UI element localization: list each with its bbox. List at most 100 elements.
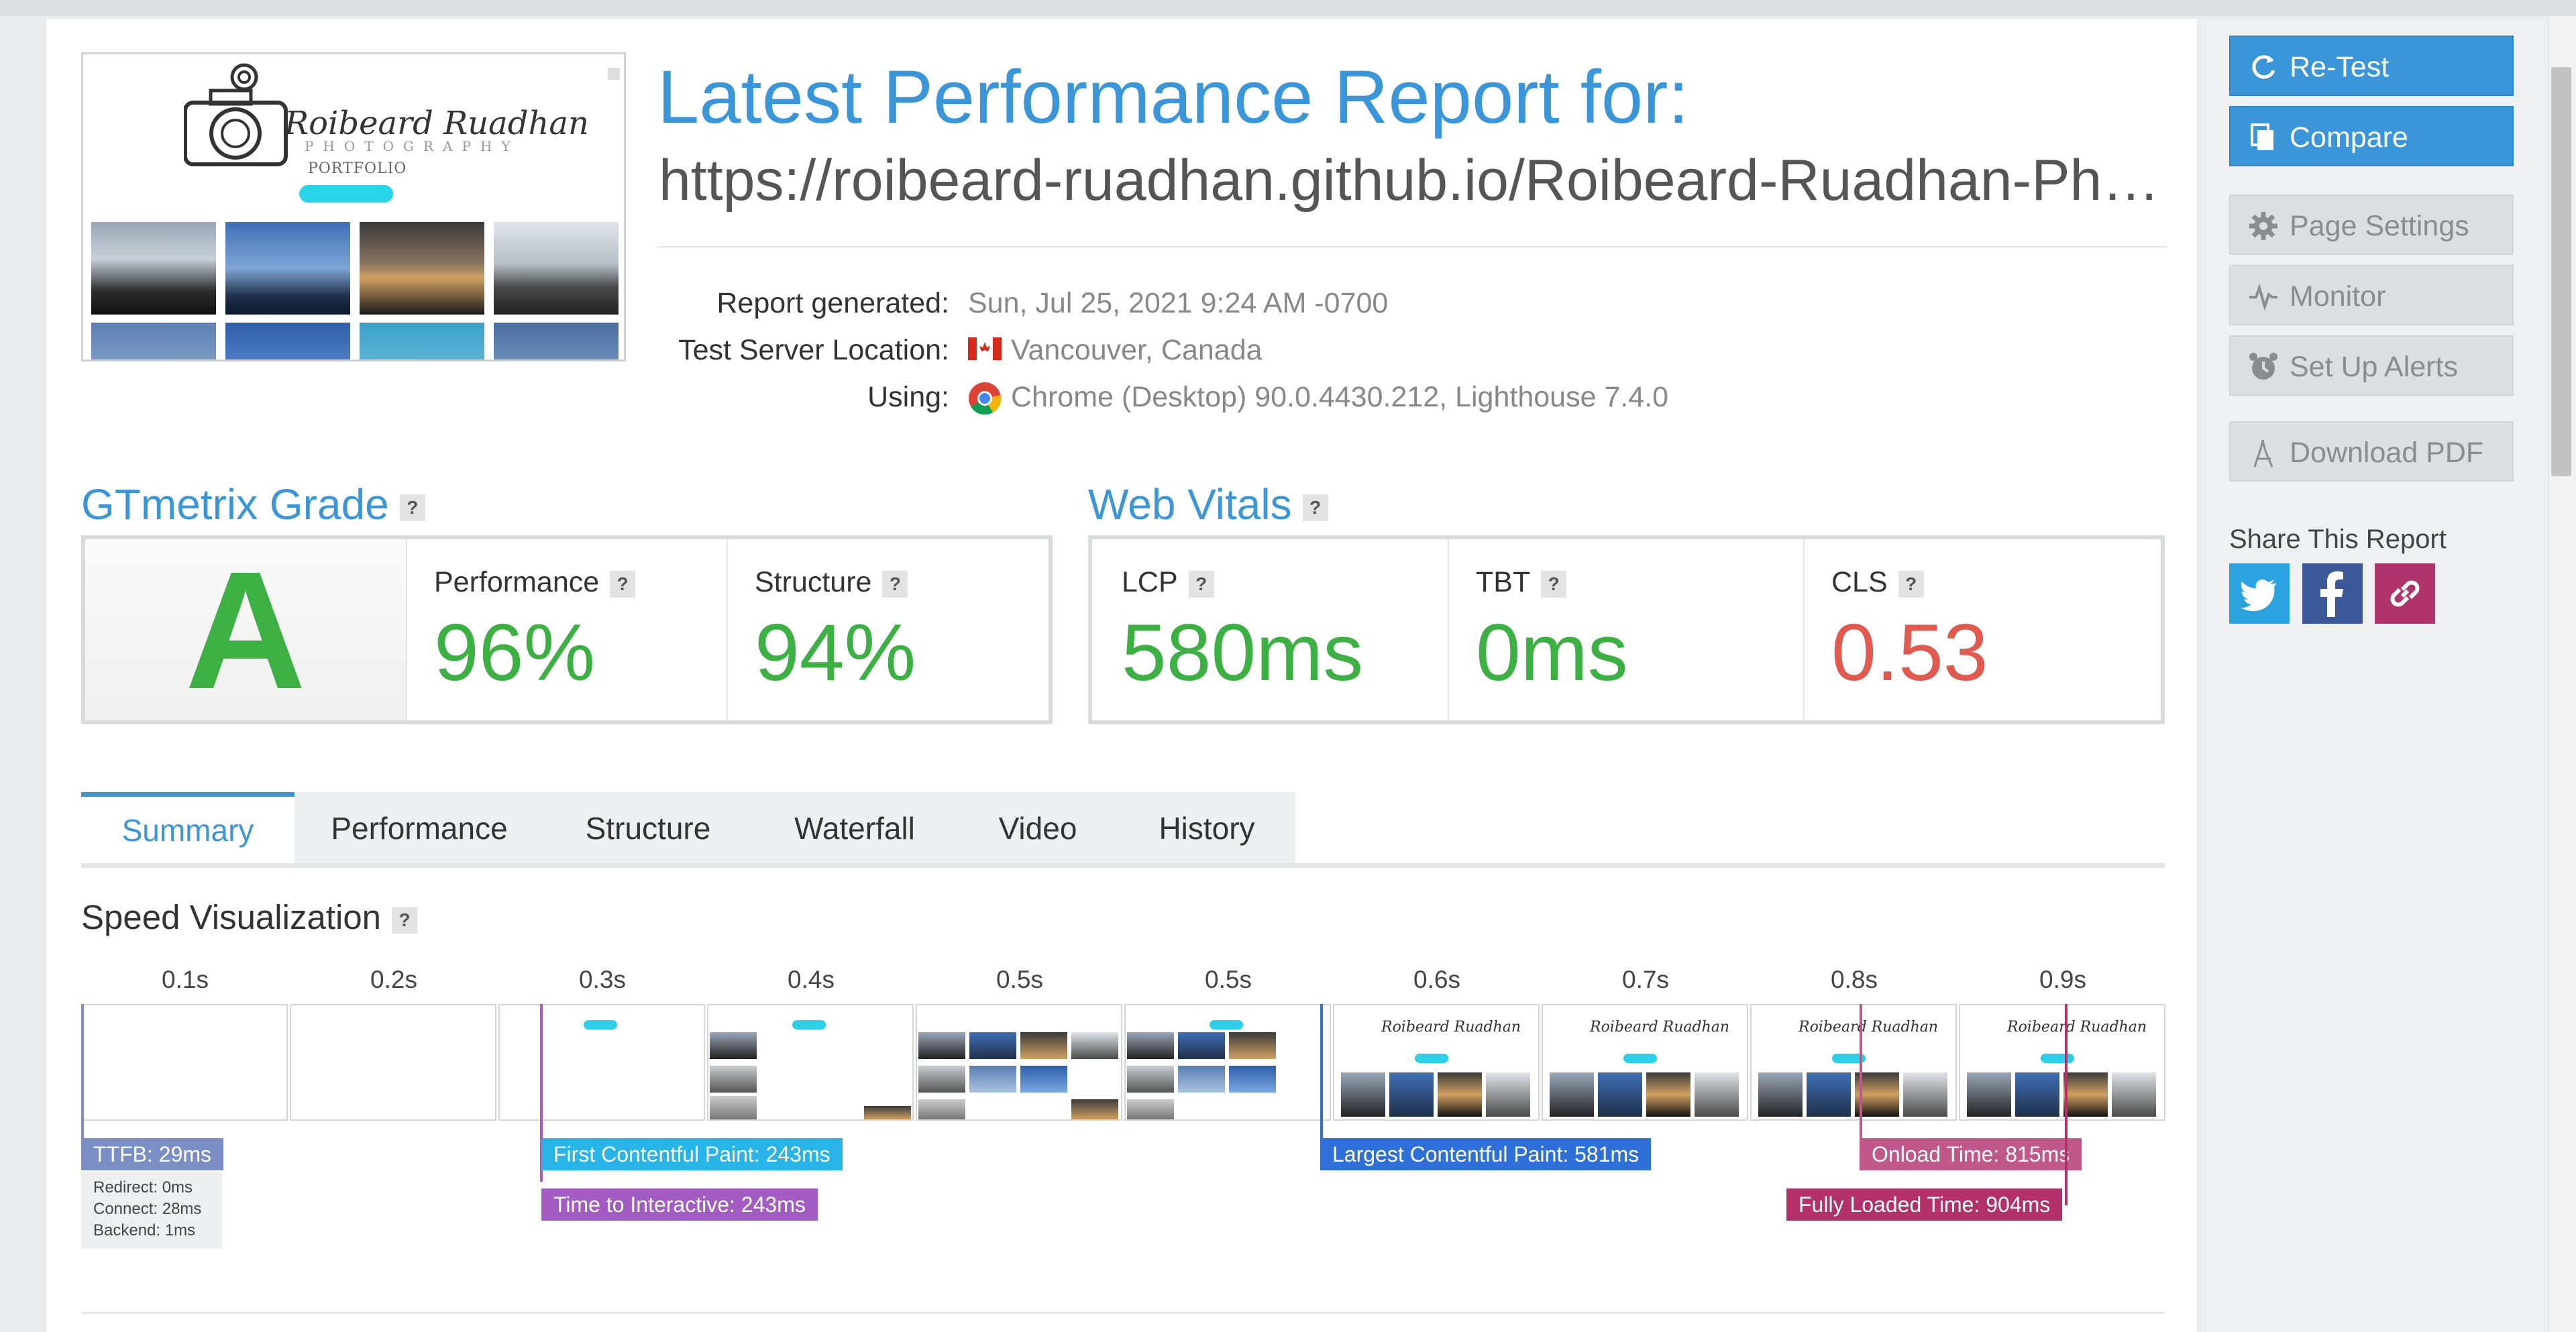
frame-photo [918, 1099, 965, 1119]
frame-photo [1598, 1072, 1642, 1117]
help-icon[interactable]: ? [1302, 494, 1328, 522]
filmstrip-frame[interactable]: Roibeard Ruadhan [1959, 1004, 2165, 1121]
section-divider [81, 1312, 2165, 1314]
frame-nav-dots [2041, 1054, 2074, 1063]
help-icon[interactable]: ? [392, 906, 418, 934]
tab-underline [81, 863, 2165, 868]
page-title: Latest Performance Report for: [657, 55, 1689, 139]
set-up-alerts-label: Set Up Alerts [2290, 351, 2458, 383]
frame-photo [969, 1032, 1016, 1059]
first-contentful-paint-label: First Contentful Paint: 243ms [541, 1138, 843, 1170]
frame-photo [1071, 1099, 1118, 1119]
frame-photo [1389, 1072, 1434, 1117]
filmstrip-frame[interactable] [1124, 1004, 1331, 1121]
test-server-location-label: Test Server Location: [678, 334, 949, 366]
frame-photo [969, 1066, 1016, 1093]
report-url[interactable]: https://roibeard-ruadhan.github.io/Roibe… [659, 148, 2159, 214]
report-generated-label: Report generated: [716, 287, 949, 319]
retest-button[interactable]: Re-Test [2229, 36, 2514, 96]
tbt-cell: TBT? 0ms [1448, 539, 1805, 720]
filmstrip-frame[interactable] [81, 1004, 288, 1121]
gear-icon [2249, 212, 2277, 240]
structure-cell: Structure? 94% [727, 539, 1049, 720]
help-icon[interactable]: ? [399, 494, 425, 522]
facebook-share-button[interactable] [2302, 563, 2363, 624]
lcp-value: 580ms [1122, 608, 1364, 698]
pdf-icon [2253, 439, 2273, 467]
frame-timestamp: 0.2s [370, 966, 417, 993]
tab-waterfall[interactable]: Waterfall [752, 792, 959, 865]
filmstrip-frame[interactable]: Roibeard Ruadhan [1542, 1004, 1748, 1121]
tab-summary[interactable]: Summary [81, 792, 297, 865]
frame-timestamp: 0.6s [1413, 966, 1460, 993]
tbt-value: 0ms [1476, 608, 1628, 698]
gtmetrix-grade-title: GTmetrix Grade [81, 480, 389, 529]
frame-logo: Roibeard Ruadhan [1799, 1019, 1939, 1036]
scrollbar-thumb[interactable] [2551, 67, 2571, 476]
help-icon[interactable]: ? [882, 570, 908, 598]
report-tabs: Summary Performance Structure Waterfall … [81, 792, 2165, 867]
lcp-cell: LCP? 580ms [1092, 539, 1448, 720]
performance-label: Performance? [434, 566, 636, 599]
set-up-alerts-button[interactable]: Set Up Alerts [2229, 335, 2514, 396]
frame-timestamp: 0.3s [579, 966, 626, 993]
filmstrip-frame[interactable] [916, 1004, 1122, 1121]
thumbnail-photo [91, 222, 216, 315]
thumbnail-logo-subtitle: PHOTOGRAPHY [305, 138, 520, 154]
tbt-label: TBT? [1476, 566, 1567, 599]
pulse-icon [2249, 283, 2277, 311]
report-generated-value: Sun, Jul 25, 2021 9:24 AM -0700 [968, 287, 1389, 319]
frame-photo [2063, 1072, 2108, 1117]
frame-photo [1127, 1032, 1174, 1059]
filmstrip-frame[interactable] [290, 1004, 496, 1121]
frame-photo [1807, 1072, 1851, 1117]
tab-history[interactable]: History [1118, 792, 1297, 865]
frame-photo [1178, 1032, 1225, 1059]
thumbnail-logo-text: Roibeard Ruadhan [284, 105, 589, 142]
monitor-button[interactable]: Monitor [2229, 265, 2514, 325]
download-pdf-button[interactable]: Download PDF [2229, 421, 2514, 482]
help-icon[interactable]: ? [610, 570, 636, 598]
gtmetrix-grade-heading: GTmetrix Grade? [81, 480, 425, 529]
backend-time: Backend: 1ms [93, 1221, 196, 1239]
twitter-share-button[interactable] [2229, 563, 2290, 624]
frame-photo [918, 1066, 965, 1093]
copy-icon [2251, 123, 2273, 150]
using-value: Chrome (Desktop) 90.0.4430.212, Lighthou… [1011, 381, 1669, 413]
canada-flag-icon [968, 337, 1002, 360]
frame-photo [1341, 1072, 1385, 1117]
frame-nav-dots [1210, 1020, 1243, 1030]
frame-photo [1550, 1072, 1594, 1117]
frame-photo [1967, 1072, 2011, 1117]
help-icon[interactable]: ? [1541, 570, 1567, 598]
page-settings-label: Page Settings [2290, 210, 2469, 242]
frame-photo [1486, 1072, 1530, 1117]
web-vitals-box: LCP? 580ms TBT? 0ms CLS? 0.53 [1088, 535, 2165, 724]
thumbnail-photo [494, 323, 619, 359]
frame-photo [918, 1032, 965, 1059]
frame-photo [1127, 1066, 1174, 1093]
filmstrip-frame[interactable] [707, 1004, 914, 1121]
filmstrip-frame[interactable] [498, 1004, 705, 1121]
twitter-icon [2241, 579, 2276, 612]
tab-structure[interactable]: Structure [544, 792, 754, 865]
page-settings-button[interactable]: Page Settings [2229, 195, 2514, 255]
connect-time: Connect: 28ms [93, 1200, 202, 1218]
thumbnail-photo [225, 222, 350, 315]
filmstrip-frame[interactable]: Roibeard Ruadhan [1750, 1004, 1957, 1121]
compare-button[interactable]: Compare [2229, 106, 2514, 166]
tab-video[interactable]: Video [957, 792, 1120, 865]
help-icon[interactable]: ? [1898, 570, 1924, 598]
tab-performance[interactable]: Performance [294, 792, 546, 865]
cls-label: CLS? [1831, 566, 1924, 599]
cls-value: 0.53 [1831, 608, 1988, 698]
help-icon[interactable]: ? [1188, 570, 1214, 598]
frame-nav-dots [792, 1020, 826, 1030]
onload-time-label: Onload Time: 815ms [1860, 1138, 2082, 1170]
copy-link-share-button[interactable] [2375, 563, 2435, 624]
download-pdf-label: Download PDF [2290, 437, 2484, 469]
filmstrip-frame[interactable]: Roibeard Ruadhan [1333, 1004, 1540, 1121]
largest-contentful-paint-label: Largest Contentful Paint: 581ms [1320, 1138, 1652, 1170]
thumbnail-photo [225, 323, 350, 359]
fully-loaded-marker-line [2065, 1004, 2068, 1205]
